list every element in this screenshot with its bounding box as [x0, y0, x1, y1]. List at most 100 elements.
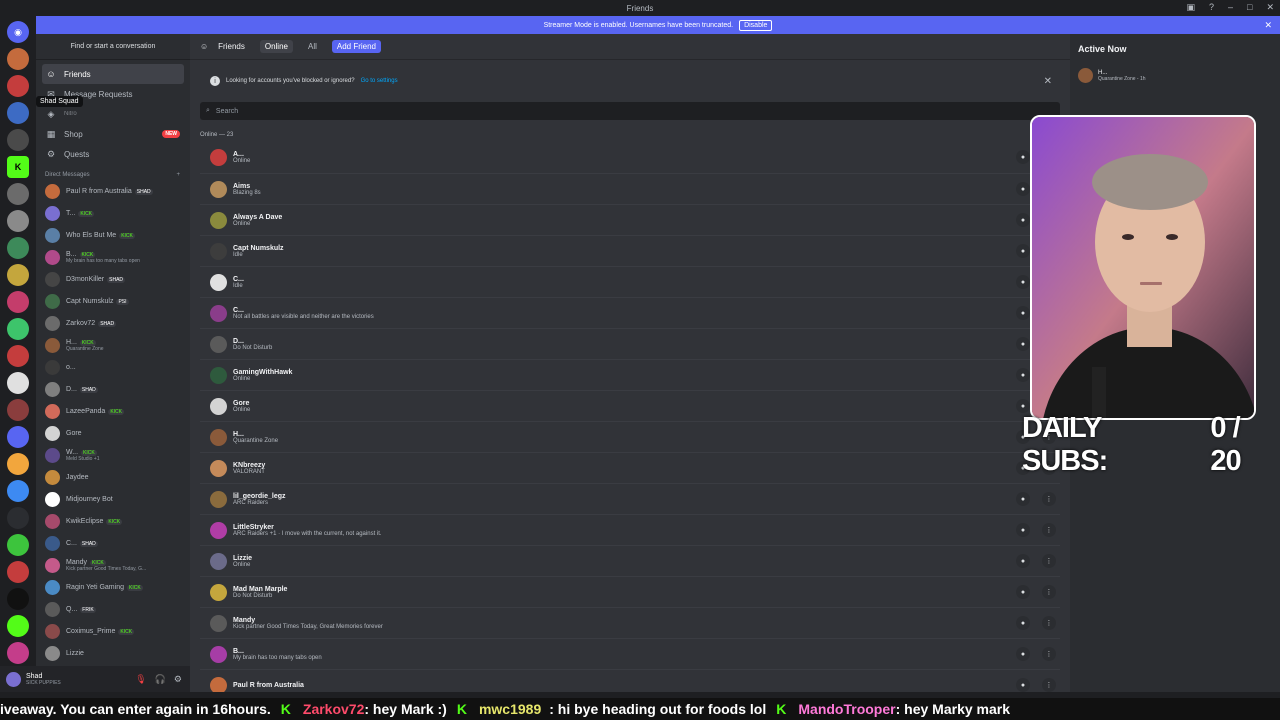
server-icon[interactable]	[7, 561, 29, 583]
server-icon[interactable]	[7, 615, 29, 637]
friend-row[interactable]: LittleStryker ARC Raiders +1 · I move wit…	[200, 514, 1060, 545]
avatar[interactable]	[6, 671, 21, 687]
server-icon[interactable]	[7, 48, 29, 70]
server-icon[interactable]	[7, 210, 29, 232]
server-icon[interactable]	[7, 372, 29, 394]
server-icon[interactable]	[7, 507, 29, 529]
friend-row[interactable]: GamingWithHawkOnline●⋮	[200, 359, 1060, 390]
dm-item[interactable]: D3monKiller SHAD	[36, 268, 190, 290]
message-icon[interactable]: ●	[1016, 678, 1030, 692]
server-icon[interactable]	[7, 183, 29, 205]
dm-item[interactable]: Capt Numskulz PSI	[36, 290, 190, 312]
plus-icon[interactable]: +	[176, 172, 180, 178]
help-icon[interactable]: ?	[1209, 2, 1214, 13]
friend-row[interactable]: GoreOnline●⋮	[200, 390, 1060, 421]
server-icon[interactable]	[7, 480, 29, 502]
more-icon[interactable]: ⋮	[1042, 616, 1056, 630]
tab-all[interactable]: All	[303, 40, 322, 53]
disable-button[interactable]: Disable	[739, 19, 773, 31]
friend-row[interactable]: A...Online●⋮	[200, 142, 1060, 173]
message-icon[interactable]: ●	[1016, 182, 1030, 196]
dm-item[interactable]: Ragin Yeti Gaming KICK	[36, 576, 190, 598]
dm-item[interactable]: Gore	[36, 422, 190, 444]
close-icon[interactable]: ✕	[1264, 20, 1272, 31]
more-icon[interactable]: ⋮	[1042, 678, 1056, 692]
message-icon[interactable]: ●	[1016, 585, 1030, 599]
server-icon[interactable]	[7, 264, 29, 286]
server-icon[interactable]	[7, 534, 29, 556]
message-icon[interactable]: ●	[1016, 616, 1030, 630]
message-icon[interactable]: ●	[1016, 213, 1030, 227]
dm-item[interactable]: Paul R from Australia SHAD	[36, 180, 190, 202]
dm-item[interactable]: Midjourney Bot	[36, 488, 190, 510]
friend-row[interactable]: Mandy Kick partner Good Times Today, Grea…	[200, 607, 1060, 638]
server-icon[interactable]	[7, 318, 29, 340]
sidebar-item-quests[interactable]: ⚙ Quests	[36, 144, 190, 164]
friend-row[interactable]: lil_geordie_legz ARC Raiders ● ⋮	[200, 483, 1060, 514]
friends-search-input[interactable]: ⌕ Search	[200, 102, 1060, 120]
message-icon[interactable]: ●	[1016, 337, 1030, 351]
server-icon[interactable]	[7, 102, 29, 124]
message-icon[interactable]: ●	[1016, 306, 1030, 320]
dm-item[interactable]: Mandy KICK Kick partner Good Times Today, …	[36, 554, 190, 576]
dm-item[interactable]: C... SHAD	[36, 532, 190, 554]
dm-item[interactable]: D... SHAD	[36, 378, 190, 400]
dm-item[interactable]: H... KICK Quarantine Zone	[36, 334, 190, 356]
friend-row[interactable]: D...Do Not Disturb●⋮	[200, 328, 1060, 359]
dm-item[interactable]: Zarkov72 SHAD	[36, 312, 190, 334]
server-icon[interactable]	[7, 129, 29, 151]
server-icon[interactable]	[7, 588, 29, 610]
message-icon[interactable]: ●	[1016, 523, 1030, 537]
sidebar-item-shop[interactable]: ▦ Shop NEW	[36, 124, 190, 144]
message-icon[interactable]: ●	[1016, 368, 1030, 382]
dm-item[interactable]: W... KICK Meld Studio +1	[36, 444, 190, 466]
server-icon[interactable]	[7, 453, 29, 475]
friend-row[interactable]: Paul R from Australia ● ⋮	[200, 669, 1060, 692]
dm-item[interactable]: B... KICK My brain has too many tabs open	[36, 246, 190, 268]
sidebar-item-friends[interactable]: ☺ Friends	[42, 64, 184, 84]
server-icon[interactable]	[7, 291, 29, 313]
sidebar-item-nitro[interactable]: ◈ Nitro Shad Squad	[36, 96, 190, 124]
go-to-settings-link[interactable]: Go to settings	[361, 78, 398, 84]
friend-row[interactable]: Capt NumskulzIdle●⋮	[200, 235, 1060, 266]
tab-online[interactable]: Online	[259, 40, 293, 53]
gear-icon[interactable]: ⚙	[174, 674, 182, 685]
server-icon[interactable]	[7, 75, 29, 97]
friend-row[interactable]: B... My brain has too many tabs open ● ⋮	[200, 638, 1060, 669]
friend-row[interactable]: Always A DaveOnline●⋮	[200, 204, 1060, 235]
friend-row[interactable]: Lizzie Online ● ⋮	[200, 545, 1060, 576]
server-icon[interactable]	[7, 237, 29, 259]
active-now-card[interactable]: H... Quarantine Zone - 1h	[1078, 68, 1272, 83]
dm-item[interactable]: LazeePanda KICK	[36, 400, 190, 422]
message-icon[interactable]: ●	[1016, 244, 1030, 258]
more-icon[interactable]: ⋮	[1042, 554, 1056, 568]
dm-item[interactable]: Lizzie	[36, 642, 190, 664]
server-icon[interactable]	[7, 642, 29, 664]
deafen-icon[interactable]: 🎧	[155, 674, 166, 685]
more-icon[interactable]: ⋮	[1042, 492, 1056, 506]
close-icon[interactable]: ✕	[1044, 76, 1052, 87]
dm-item[interactable]: Jaydee	[36, 466, 190, 488]
friend-row[interactable]: Mad Man Marple Do Not Disturb ● ⋮	[200, 576, 1060, 607]
server-icon[interactable]	[7, 399, 29, 421]
more-icon[interactable]: ⋮	[1042, 523, 1056, 537]
more-icon[interactable]: ⋮	[1042, 585, 1056, 599]
maximize-icon[interactable]: □	[1247, 2, 1252, 13]
dm-item[interactable]: Q... FRIK	[36, 598, 190, 620]
more-icon[interactable]: ⋮	[1042, 647, 1056, 661]
dm-item[interactable]: o...	[36, 356, 190, 378]
message-icon[interactable]: ●	[1016, 275, 1030, 289]
dm-item[interactable]: Who Els But Me KICK	[36, 224, 190, 246]
server-icon[interactable]	[7, 345, 29, 367]
server-icon[interactable]	[7, 426, 29, 448]
friend-row[interactable]: AimsBlazing 8s●⋮	[200, 173, 1060, 204]
message-icon[interactable]: ●	[1016, 647, 1030, 661]
mute-mic-icon[interactable]: 🎙	[135, 674, 146, 685]
add-friend-button[interactable]: Add Friend	[331, 40, 382, 53]
friend-row[interactable]: C...Idle●⋮	[200, 266, 1060, 297]
kick-server-icon[interactable]: K	[7, 156, 29, 178]
message-icon[interactable]: ●	[1016, 492, 1030, 506]
message-icon[interactable]: ●	[1016, 150, 1030, 164]
dm-item[interactable]: T... KICK	[36, 202, 190, 224]
dm-item[interactable]: KwikEclipse KICK	[36, 510, 190, 532]
